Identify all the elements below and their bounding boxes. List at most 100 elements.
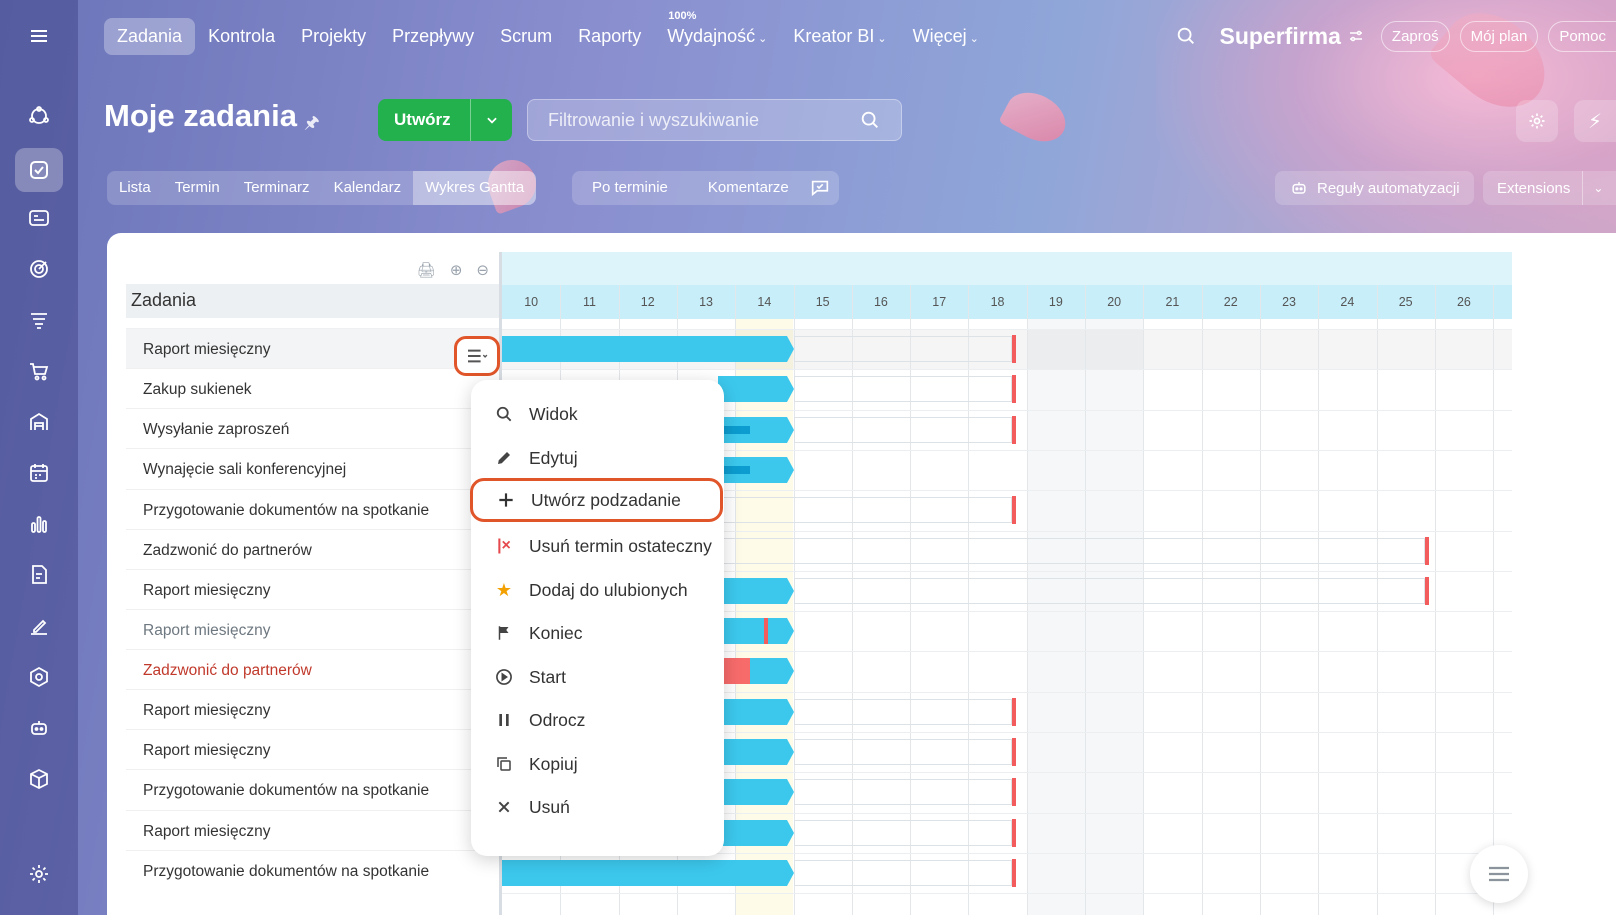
task-bar[interactable] [718, 376, 787, 403]
task-row[interactable]: Raport miesięczny [126, 689, 499, 730]
deadline-marker[interactable] [1011, 335, 1016, 363]
deadline-marker[interactable] [1011, 858, 1016, 887]
task-title[interactable]: Raport miesięczny [143, 823, 271, 840]
task-row[interactable]: Przygotowanie dokumentów na spotkanie [126, 850, 499, 891]
deadline-marker[interactable] [1011, 818, 1016, 847]
task-row[interactable]: Raport miesięczny [126, 609, 499, 650]
chevron-down-icon[interactable] [470, 99, 512, 141]
task-row[interactable]: Raport miesięczny [126, 810, 499, 851]
task-row[interactable]: Zakup sukienek [126, 368, 499, 409]
nav-bi-builder[interactable]: Kreator BI ⌄ [780, 18, 899, 55]
filter-comments[interactable]: Komentarze [688, 171, 809, 205]
document-edit-icon[interactable] [15, 553, 63, 597]
task-bar[interactable] [718, 779, 787, 806]
deadline-marker[interactable] [1011, 738, 1016, 766]
menu-item-start[interactable]: Start [471, 655, 724, 699]
nav-efficiency[interactable]: 100% Wydajność ⌄ [654, 10, 780, 55]
task-title[interactable]: Przygotowanie dokumentów na spotkanie [143, 782, 429, 799]
task-row[interactable]: Wynajęcie sali konferencyjnej [126, 448, 499, 489]
task-title[interactable]: Zadzwonić do partnerów [143, 662, 312, 679]
task-row[interactable]: Przygotowanie dokumentów na spotkanie [126, 489, 499, 530]
task-row[interactable]: Raport miesięczny [126, 328, 499, 369]
help-button[interactable]: Pomoc [1548, 20, 1616, 52]
filter-by-deadline[interactable]: Po terminie [572, 171, 688, 205]
task-title[interactable]: Raport miesięczny [143, 341, 271, 358]
task-bar-end[interactable] [786, 739, 794, 765]
task-bar[interactable] [502, 859, 787, 886]
task-title[interactable]: Przygotowanie dokumentów na spotkanie [143, 502, 429, 519]
task-bar[interactable] [502, 336, 787, 362]
task-bar[interactable] [718, 577, 787, 604]
search-input[interactable]: Filtrowanie i wyszukiwanie [527, 99, 902, 141]
task-bar-end[interactable] [786, 779, 794, 806]
tasks-icon[interactable] [15, 148, 63, 192]
menu-item-create-subtask[interactable]: Utwórz podzadanie [470, 478, 723, 522]
menu-item-copy[interactable]: Kopiuj [471, 742, 724, 786]
task-bar-end[interactable] [786, 456, 794, 483]
settings-icon[interactable] [15, 852, 63, 896]
nav-flows[interactable]: Przepływy [379, 18, 487, 55]
gear-icon[interactable] [1516, 100, 1558, 142]
deadline-marker[interactable] [1424, 536, 1429, 565]
deadline-marker[interactable] [1011, 496, 1016, 525]
nav-tasks[interactable]: Zadania [104, 17, 196, 55]
task-bar[interactable] [718, 618, 787, 645]
menu-item-edit[interactable]: Edytuj [471, 436, 724, 480]
deadline-marker[interactable] [1011, 778, 1016, 807]
task-bar-end[interactable] [786, 618, 794, 645]
task-bar-end[interactable] [786, 819, 794, 846]
deadline-marker[interactable] [1011, 697, 1016, 726]
task-row[interactable]: Zadzwonić do partnerów [126, 529, 499, 570]
task-title[interactable]: Wysyłanie zaproszeń [143, 421, 289, 438]
task-title[interactable]: Wynajęcie sali konferencyjnej [143, 461, 346, 478]
task-bar-end[interactable] [786, 376, 794, 403]
cart-icon[interactable] [15, 349, 63, 393]
invite-button[interactable]: Zaproś [1380, 20, 1450, 52]
chat-icon[interactable] [809, 177, 831, 199]
deadline-marker[interactable] [1011, 415, 1016, 444]
task-bar[interactable] [718, 739, 787, 765]
task-row[interactable]: Raport miesięczny [126, 569, 499, 610]
robot-icon[interactable] [15, 706, 63, 750]
menu-item-add-favorite[interactable]: ★ Dodaj do ulubionych [471, 568, 724, 612]
tab-planner[interactable]: Terminarz [232, 171, 322, 205]
task-title[interactable]: Przygotowanie dokumentów na spotkanie [143, 863, 429, 880]
task-bar-end[interactable] [786, 577, 794, 604]
task-title[interactable]: Raport miesięczny [143, 742, 271, 759]
analytics-icon[interactable] [15, 502, 63, 546]
automation-rules-button[interactable]: Reguły automatyzacji [1275, 171, 1474, 205]
task-title[interactable]: Zakup sukienek [143, 381, 252, 398]
task-bar-end[interactable] [786, 698, 794, 725]
nav-reports[interactable]: Raporty [565, 18, 654, 55]
tab-gantt[interactable]: Wykres Gantta [413, 171, 537, 205]
menu-item-view[interactable]: Widok [471, 392, 724, 436]
menu-item-defer[interactable]: Odrocz [471, 698, 724, 742]
task-title[interactable]: Raport miesięczny [143, 582, 271, 599]
my-plan-button[interactable]: Mój plan [1459, 20, 1539, 52]
create-button[interactable]: Utwórz [378, 99, 512, 141]
chevron-down-icon[interactable]: ⌄ [1582, 171, 1603, 205]
print-icon[interactable]: 🖨 [417, 261, 436, 279]
task-row[interactable]: Raport miesięczny [126, 729, 499, 770]
lightning-icon[interactable]: ⚡ [1574, 100, 1616, 142]
task-bar-end[interactable] [786, 859, 794, 886]
task-bar-end[interactable] [786, 658, 794, 685]
task-title[interactable]: Zadzwonić do partnerów [143, 542, 312, 559]
hexagon-icon[interactable] [15, 655, 63, 699]
tab-deadline[interactable]: Termin [163, 171, 232, 205]
tab-calendar[interactable]: Kalendarz [322, 171, 414, 205]
hamburger-menu-icon[interactable] [15, 14, 63, 58]
deadline-marker[interactable] [1011, 375, 1016, 404]
box-icon[interactable] [15, 757, 63, 801]
nav-more[interactable]: Więcej ⌄ [900, 18, 992, 55]
task-bar-end[interactable] [786, 416, 794, 443]
contact-card-icon[interactable] [15, 196, 63, 240]
task-row[interactable]: Zadzwonić do partnerów [126, 649, 499, 690]
crm-icon[interactable] [15, 94, 63, 138]
company-name[interactable]: Superfirma [1219, 23, 1340, 50]
menu-item-finish[interactable]: Koniec [471, 611, 724, 655]
deadline-marker[interactable] [1424, 576, 1429, 605]
sliders-icon[interactable] [1347, 27, 1365, 45]
task-title[interactable]: Raport miesięczny [143, 622, 271, 639]
task-row[interactable]: Wysyłanie zaproszeń [126, 408, 499, 449]
